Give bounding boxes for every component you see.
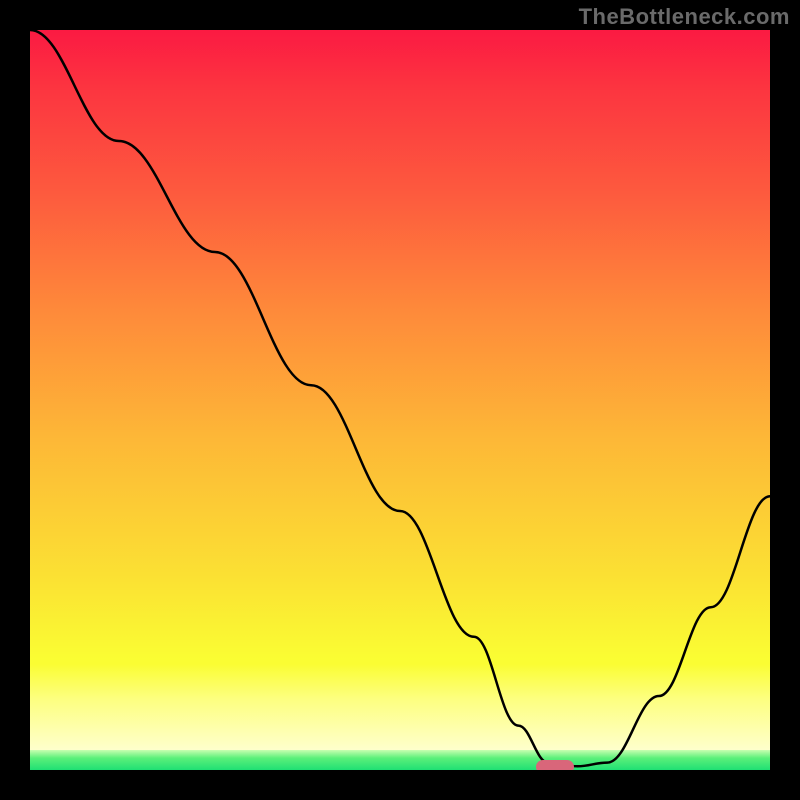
chart-frame: TheBottleneck.com: [0, 0, 800, 800]
bottleneck-curve: [30, 30, 770, 770]
watermark-text: TheBottleneck.com: [579, 4, 790, 30]
optimal-marker: [536, 760, 574, 770]
plot-area: [30, 30, 770, 770]
